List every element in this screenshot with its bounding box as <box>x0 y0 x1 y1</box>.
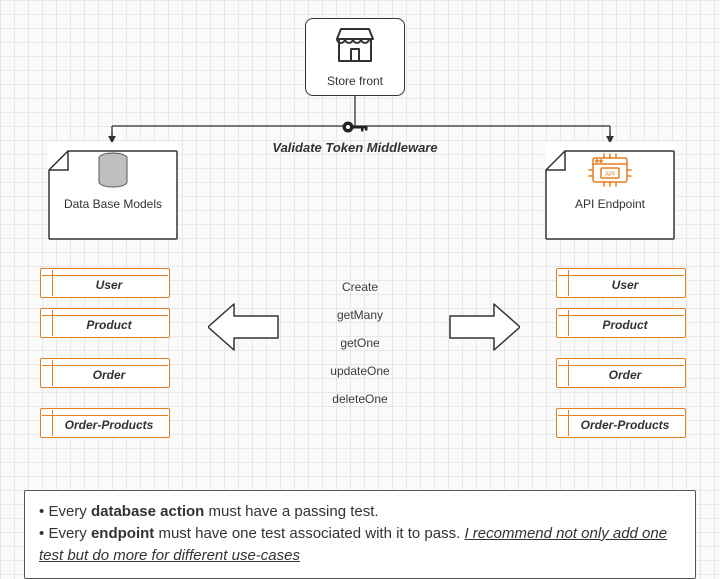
api-entity-order: Order <box>556 358 686 388</box>
text: must have one test associated with it to… <box>154 525 464 542</box>
note-line-2: • Every endpoint must have one test asso… <box>39 523 681 567</box>
note-line-1: • Every database action must have a pass… <box>39 501 681 523</box>
db-entity-order-products: Order-Products <box>40 408 170 438</box>
op-item: updateOne <box>300 357 420 385</box>
storefront-label: Store front <box>306 70 404 88</box>
db-entity-product: Product <box>40 308 170 338</box>
api-endpoint-node: API API Endpoint <box>545 142 675 232</box>
operations-list: Create getMany getOne updateOne deleteOn… <box>300 273 420 413</box>
database-models-label: Data Base Models <box>48 195 178 211</box>
op-item: deleteOne <box>300 385 420 413</box>
entity-label: User <box>557 274 685 292</box>
op-item: Create <box>300 273 420 301</box>
storefront-node: Store front <box>305 18 405 96</box>
entity-label: Order <box>41 364 169 382</box>
bullet-icon: • <box>39 525 44 542</box>
op-item: getOne <box>300 329 420 357</box>
text-bold: database action <box>91 503 204 520</box>
key-icon <box>340 115 370 139</box>
storefront-icon <box>333 25 377 65</box>
arrow-right-icon <box>448 302 520 352</box>
entity-label: Order <box>557 364 685 382</box>
text: Every <box>48 503 91 520</box>
entity-label: Product <box>557 314 685 332</box>
bullet-icon: • <box>39 503 44 520</box>
notes-box: • Every database action must have a pass… <box>24 490 696 579</box>
op-item: getMany <box>300 301 420 329</box>
arrow-left-icon <box>208 302 280 352</box>
entity-label: Order-Products <box>557 414 685 432</box>
entity-label: Product <box>41 314 169 332</box>
api-endpoint-label: API Endpoint <box>545 195 675 211</box>
text-bold: endpoint <box>91 525 154 542</box>
middleware-label: Validate Token Middleware <box>250 140 460 155</box>
database-icon <box>95 150 131 190</box>
entity-label: User <box>41 274 169 292</box>
db-entity-order: Order <box>40 358 170 388</box>
entity-label: Order-Products <box>41 414 169 432</box>
text: must have a passing test. <box>204 503 378 520</box>
api-entity-product: Product <box>556 308 686 338</box>
api-entity-order-products: Order-Products <box>556 408 686 438</box>
api-entity-user: User <box>556 268 686 298</box>
svg-text:API: API <box>605 172 615 178</box>
text: Every <box>48 525 91 542</box>
db-entity-user: User <box>40 268 170 298</box>
api-icon: API <box>587 150 633 190</box>
database-models-node: Data Base Models <box>48 142 178 232</box>
